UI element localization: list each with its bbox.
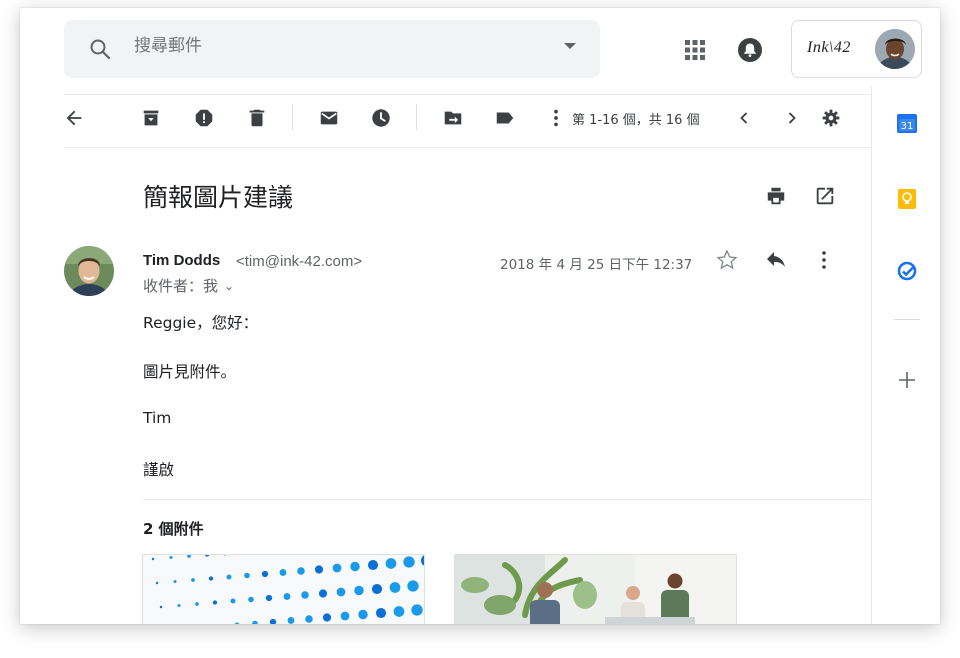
chevron-right-icon[interactable] bbox=[780, 106, 804, 130]
delete-icon[interactable] bbox=[245, 106, 269, 130]
decorative-dot bbox=[385, 558, 397, 569]
decorative-dot bbox=[314, 565, 324, 574]
decorative-dot bbox=[169, 555, 173, 560]
side-panel-divider bbox=[894, 319, 920, 320]
decorative-dot bbox=[287, 617, 295, 624]
body-closing: 謹啟 bbox=[143, 461, 175, 479]
sender-email: <tim@ink-42.com> bbox=[236, 253, 363, 270]
decorative-dot bbox=[389, 582, 401, 593]
decorative-dot bbox=[336, 587, 346, 597]
decorative-dot bbox=[375, 607, 387, 619]
archive-icon[interactable] bbox=[139, 106, 163, 130]
more-vert-icon[interactable] bbox=[812, 248, 836, 272]
account-brand: Ink\42 bbox=[807, 39, 851, 56]
search-bar[interactable] bbox=[64, 20, 600, 78]
print-icon[interactable] bbox=[765, 185, 787, 207]
tasks-icon[interactable] bbox=[896, 260, 918, 282]
search-icon[interactable] bbox=[88, 37, 112, 61]
search-input[interactable] bbox=[134, 36, 534, 56]
decorative-dot bbox=[301, 591, 309, 599]
decorative-dot bbox=[226, 574, 232, 580]
chevron-down-icon[interactable]: ⌄ bbox=[224, 279, 234, 293]
decorative-dot bbox=[403, 556, 415, 568]
sender-avatar[interactable] bbox=[64, 246, 114, 296]
decorative-dot bbox=[367, 559, 379, 571]
star-icon[interactable] bbox=[715, 248, 739, 272]
pagination-text: 第 1-16 個，共 16 個 bbox=[572, 113, 700, 128]
attachment-image bbox=[143, 555, 424, 624]
chevron-left-icon[interactable] bbox=[732, 106, 756, 130]
body-greeting: Reggie，您好： bbox=[143, 314, 259, 332]
add-icon[interactable] bbox=[896, 369, 918, 391]
mark-unread-icon[interactable] bbox=[317, 106, 341, 130]
decorative-dot bbox=[279, 569, 287, 576]
decorative-dot bbox=[371, 583, 383, 595]
recipients[interactable]: 收件者：我 ⌄ bbox=[143, 275, 234, 296]
message-subject: 簡報圖片建議 bbox=[143, 183, 294, 212]
decorative-dot bbox=[305, 615, 313, 623]
more-vert-icon[interactable] bbox=[544, 106, 568, 130]
message-date: 2018 年 4 月 25 日下午 12:37 bbox=[500, 257, 693, 273]
label-icon[interactable] bbox=[493, 106, 517, 130]
body-text: 圖片見附件。 bbox=[143, 363, 237, 381]
attachment-thumbnail[interactable] bbox=[142, 554, 425, 624]
decorative-dot bbox=[318, 589, 328, 598]
toolbar-divider bbox=[64, 147, 871, 148]
attachment-image bbox=[455, 555, 736, 624]
back-arrow-icon[interactable] bbox=[62, 106, 86, 130]
decorative-dot bbox=[151, 557, 155, 561]
recipients-label: 收件者：我 bbox=[143, 277, 219, 295]
snooze-icon[interactable] bbox=[369, 106, 393, 130]
decorative-dot bbox=[354, 585, 364, 596]
decorative-dot bbox=[248, 596, 254, 603]
decorative-dot bbox=[407, 580, 419, 592]
account-switcher[interactable]: Ink\42 bbox=[791, 20, 922, 78]
decorative-dot bbox=[208, 576, 214, 581]
calendar-day: 31 bbox=[901, 121, 914, 132]
decorative-dot bbox=[297, 567, 305, 575]
decorative-dot bbox=[265, 594, 273, 602]
side-panel: 31 bbox=[871, 86, 940, 624]
decorative-dot bbox=[283, 593, 291, 600]
decorative-dot bbox=[195, 602, 199, 606]
decorative-dot bbox=[340, 611, 350, 621]
decorative-dot bbox=[322, 613, 332, 622]
settings-icon[interactable] bbox=[819, 106, 843, 130]
top-divider bbox=[64, 94, 871, 95]
decorative-dot bbox=[155, 581, 159, 585]
report-spam-icon[interactable] bbox=[192, 106, 216, 130]
decorative-dot bbox=[159, 605, 163, 609]
decorative-dot bbox=[244, 572, 250, 579]
attachment-thumbnail[interactable] bbox=[454, 554, 737, 624]
decorative-dot bbox=[177, 603, 181, 608]
decorative-dot bbox=[173, 579, 177, 584]
dropdown-icon[interactable] bbox=[564, 43, 576, 49]
notifications-icon[interactable] bbox=[736, 36, 764, 64]
move-to-icon[interactable] bbox=[441, 106, 465, 130]
mail-toolbar: 第 1-16 個，共 16 個 bbox=[20, 96, 871, 148]
keep-icon[interactable] bbox=[896, 188, 918, 210]
body-signoff-name: Tim bbox=[143, 409, 172, 427]
attachments-title: 2 個附件 bbox=[143, 520, 204, 538]
decorative-dot bbox=[212, 600, 218, 605]
decorative-dot bbox=[350, 561, 360, 572]
gmail-window: Ink\42 bbox=[20, 8, 940, 624]
top-bar: Ink\42 bbox=[20, 8, 940, 94]
decorative-dot bbox=[358, 609, 368, 620]
sender-name: Tim Dodds bbox=[143, 252, 221, 269]
decorative-dot bbox=[230, 598, 236, 604]
decorative-dot bbox=[393, 606, 405, 617]
reply-icon[interactable] bbox=[764, 248, 788, 272]
toolbar-separator bbox=[416, 104, 417, 130]
account-avatar[interactable] bbox=[875, 29, 915, 69]
decorative-dot bbox=[191, 578, 195, 582]
apps-icon[interactable] bbox=[684, 39, 706, 61]
decorative-dot bbox=[411, 604, 423, 616]
attachments-divider bbox=[143, 499, 871, 500]
calendar-icon[interactable]: 31 bbox=[896, 112, 918, 134]
decorative-dot bbox=[261, 570, 269, 578]
toolbar-separator bbox=[292, 104, 293, 130]
open-in-new-icon[interactable] bbox=[814, 185, 836, 207]
decorative-dot bbox=[332, 563, 342, 573]
